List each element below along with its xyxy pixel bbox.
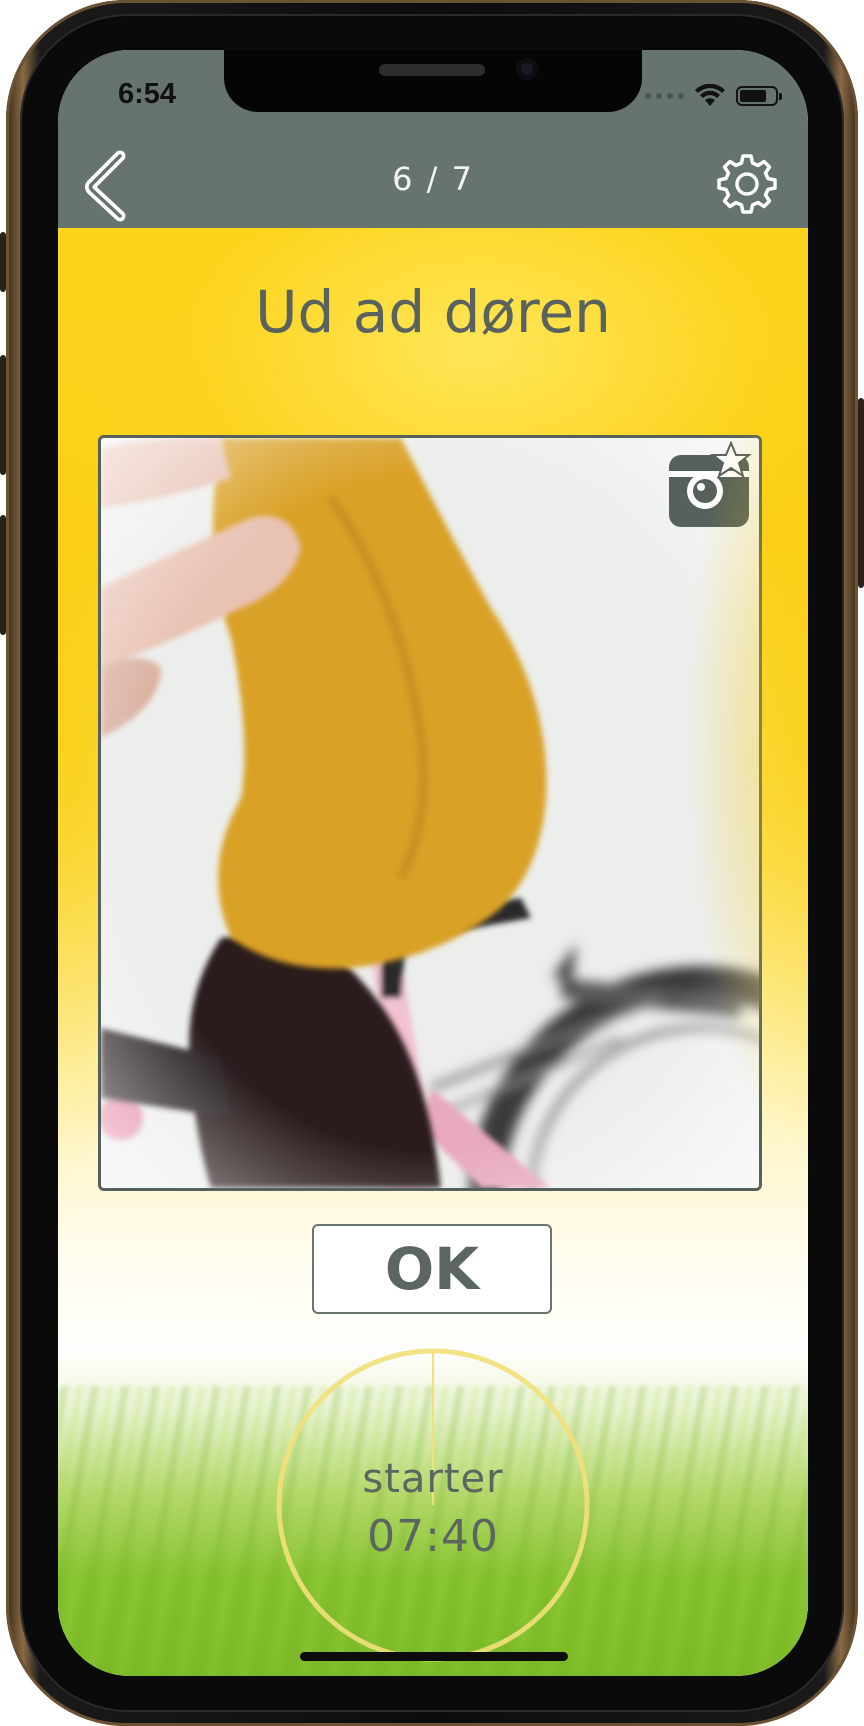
status-icons bbox=[645, 84, 782, 108]
countdown-timer: starter 07:40 bbox=[274, 1346, 592, 1664]
ok-button[interactable]: OK bbox=[312, 1224, 552, 1314]
app-header: 6:54 6 / 7 bbox=[58, 50, 808, 228]
activity-title: Ud ad døren bbox=[255, 278, 611, 346]
timer-label: starter bbox=[362, 1456, 504, 1502]
side-button-volume-down bbox=[0, 515, 6, 635]
home-indicator[interactable] bbox=[300, 1652, 568, 1661]
activity-photo bbox=[98, 435, 762, 1191]
notch bbox=[224, 50, 642, 112]
wifi-icon bbox=[695, 84, 725, 106]
side-button-mute bbox=[0, 232, 6, 292]
settings-button[interactable] bbox=[714, 152, 780, 218]
side-button-volume-up bbox=[0, 355, 6, 475]
timer-ring bbox=[276, 1348, 590, 1662]
nav-bar: 6 / 7 bbox=[58, 150, 808, 228]
side-button-power bbox=[858, 398, 864, 588]
battery-icon bbox=[736, 86, 782, 106]
camera-star-icon bbox=[669, 441, 752, 527]
activity-content: Ud ad døren OK starter 07:40 bbox=[58, 228, 808, 1676]
status-time: 6:54 bbox=[118, 78, 177, 110]
page-counter: 6 / 7 bbox=[392, 160, 474, 198]
speaker-grille bbox=[379, 64, 485, 76]
timer-time: 07:40 bbox=[367, 1511, 499, 1562]
screen: 6:54 6 / 7 Ud ad døren OK starter 07:40 bbox=[58, 50, 808, 1676]
change-photo-button[interactable] bbox=[665, 441, 755, 531]
gear-icon bbox=[717, 154, 777, 214]
front-camera bbox=[516, 58, 538, 80]
cellular-dots-icon bbox=[645, 93, 684, 99]
person-on-bicycle-photo bbox=[101, 438, 759, 1188]
